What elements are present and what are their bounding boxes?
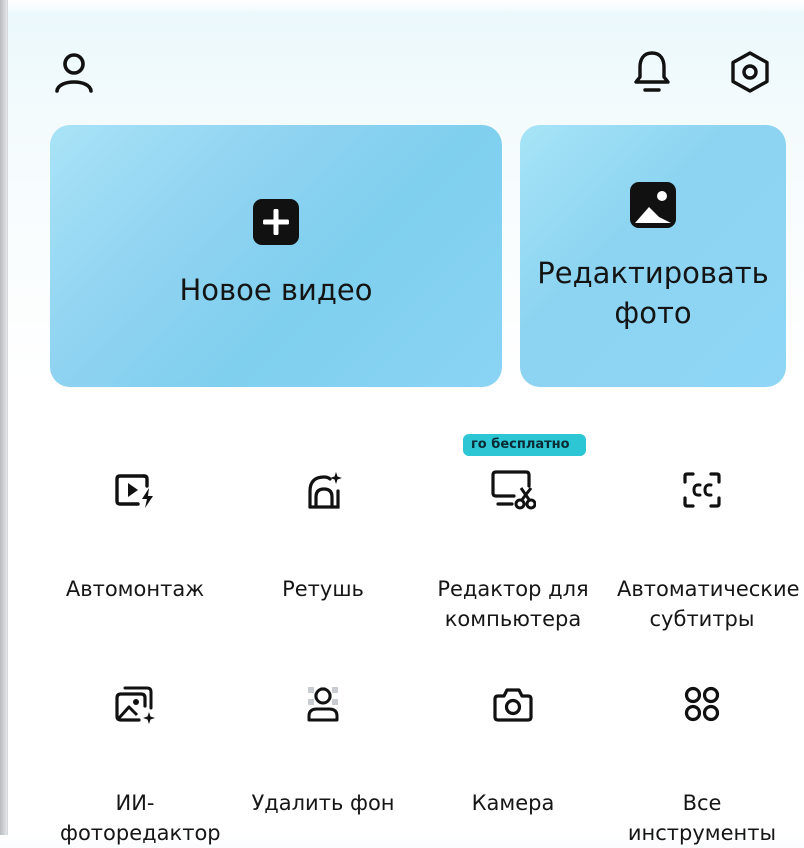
- desktop-editor-icon: [491, 470, 536, 510]
- image-icon: [630, 182, 676, 228]
- all-tools-icon: [684, 686, 720, 722]
- tool-captions-label: Автоматические субтитры: [617, 577, 800, 631]
- edit-photo-card[interactable]: Редактировать фото: [520, 125, 786, 387]
- plus-square-icon: [253, 199, 299, 245]
- settings-button[interactable]: [724, 46, 776, 98]
- ai-photo-icon: [115, 686, 155, 724]
- status-area: [8, 0, 804, 12]
- free-badge: го бесплатно: [463, 434, 586, 456]
- tool-desktop-editor-label: Редактор для компьютера: [437, 577, 589, 631]
- tool-retouch[interactable]: Ретушь: [228, 466, 418, 604]
- tool-desktop-editor[interactable]: Редактор для компьютера: [418, 466, 608, 634]
- retouch-icon: [308, 472, 342, 509]
- tool-remove-bg-label: Удалить фон: [251, 791, 395, 815]
- tool-remove-bg[interactable]: Удалить фон: [228, 680, 418, 818]
- tool-camera[interactable]: Камера: [418, 680, 608, 818]
- tool-ai-photo[interactable]: ИИ-фоторедактор: [40, 680, 230, 848]
- captions-icon: [683, 472, 721, 508]
- bell-icon: [634, 51, 670, 92]
- window-edge: [0, 0, 7, 835]
- profile-button[interactable]: [48, 46, 100, 98]
- tool-auto-edit-label: Автомонтаж: [65, 577, 205, 601]
- tool-all-tools-label: Все инструменты: [627, 791, 777, 845]
- tool-all-tools[interactable]: Все инструменты: [607, 680, 797, 848]
- tool-camera-label: Камера: [471, 791, 555, 815]
- camera-icon: [493, 688, 533, 722]
- edit-photo-label: Редактировать фото: [537, 256, 769, 330]
- tool-ai-photo-label: ИИ-фоторедактор: [60, 791, 221, 845]
- remove-bg-icon: [307, 687, 339, 722]
- tool-retouch-label: Ретушь: [282, 577, 364, 601]
- profile-icon: [55, 53, 93, 93]
- new-video-label: Новое видео: [179, 273, 373, 307]
- tool-captions[interactable]: Автоматические субтитры: [607, 466, 800, 634]
- settings-icon: [731, 51, 769, 93]
- notifications-button[interactable]: [626, 46, 678, 98]
- new-video-card[interactable]: Новое видео: [50, 125, 502, 387]
- tool-auto-edit[interactable]: Автомонтаж: [40, 466, 230, 604]
- auto-edit-icon: [115, 474, 153, 508]
